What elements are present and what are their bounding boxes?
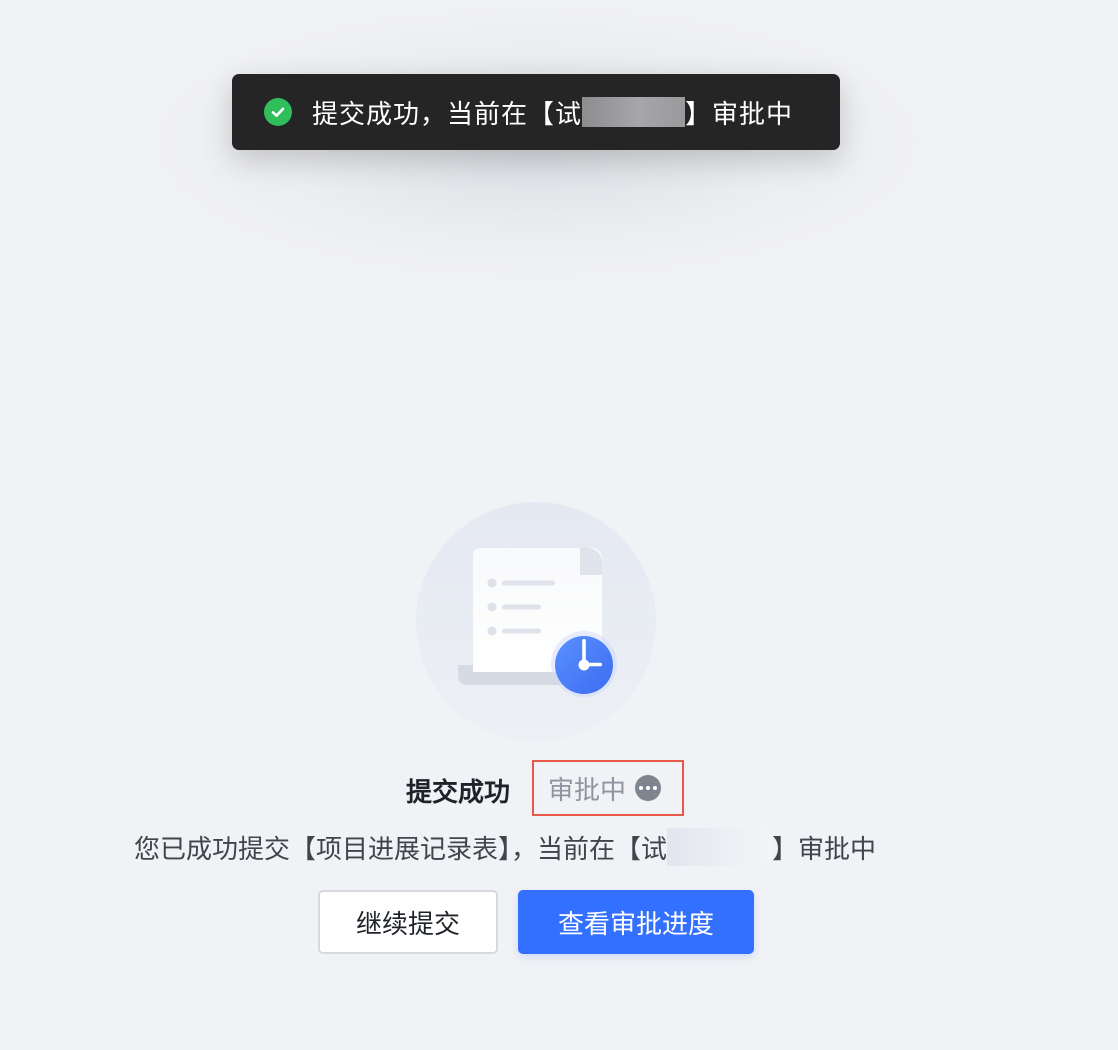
description-suffix: 】审批中	[772, 834, 877, 865]
continue-submit-button[interactable]: 继续提交	[318, 890, 498, 954]
check-circle-icon	[264, 98, 292, 126]
view-approval-progress-button[interactable]: 查看审批进度	[518, 890, 754, 954]
toast-message-suffix: 】审批中	[685, 99, 794, 130]
status-title: 提交成功	[406, 778, 511, 808]
redacted-block	[667, 828, 773, 866]
approval-status-badge[interactable]: 审批中	[532, 760, 684, 816]
redacted-block	[582, 97, 686, 127]
more-icon[interactable]	[635, 775, 662, 801]
success-toast: 提交成功，当前在【试 】审批中	[232, 74, 840, 150]
submission-description: 您已成功提交【项目进展记录表】，当前在【试 】审批中	[134, 828, 876, 866]
status-badge-label: 审批中	[548, 775, 627, 806]
description-prefix: 您已成功提交【项目进展记录表】，当前在【试	[134, 834, 668, 865]
toast-message: 提交成功，当前在【试 】审批中	[312, 94, 793, 131]
approval-pending-illustration	[416, 502, 656, 742]
status-row: 提交成功 审批中	[0, 760, 1118, 816]
toast-message-prefix: 提交成功，当前在【试	[312, 99, 583, 130]
